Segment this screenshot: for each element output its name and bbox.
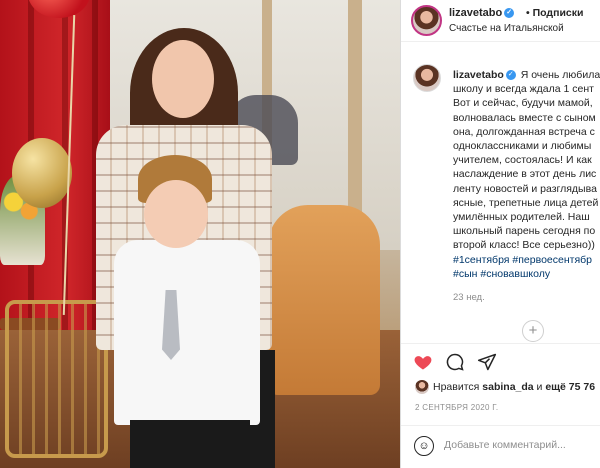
caption-line: школу и всегда ждала 1 сент [453,83,594,96]
liker-username[interactable]: sabina_da [482,381,533,393]
comment-icon[interactable] [445,352,465,372]
photo-chair [5,300,108,458]
load-more-comments-icon[interactable]: + [522,320,544,342]
post-side-panel: lizavetabo ✓ • Подписки Счастье на Италья… [400,0,600,468]
separator-dot: • [526,7,530,19]
photo-boy-shirt [114,240,260,425]
caption-hashtags[interactable]: #1сентября #первоесентябр [453,253,600,267]
photo-boy-face [144,180,208,248]
verified-badge-icon: ✓ [505,70,516,81]
verified-badge-icon: ✓ [504,8,515,19]
caption-line: второй класс! Все серьезно)) [453,239,595,252]
liker-avatar[interactable] [415,380,429,394]
photo-mother-face [152,40,214,118]
post-frame: lizavetabo ✓ • Подписки Счастье на Италья… [0,0,600,468]
following-button[interactable]: • Подписки [526,7,583,19]
caption-line: Вот и сейчас, будучи мамой, [453,97,593,110]
caption-line: ясные, трепетные лица детей [453,196,599,209]
author-username[interactable]: lizavetabo ✓ [449,7,516,19]
photo-gold-balloon [12,138,72,208]
caption-line: учителем, состоялась! И как [453,154,592,167]
share-icon[interactable] [477,352,497,372]
caption-line: волновалась вместе с сыном [453,111,596,124]
caption-line: ленту новостей и разглядыва [453,182,597,195]
comment-input[interactable]: Добавьте комментарий... [444,439,566,451]
post-location[interactable]: Счастье на Итальянской [449,23,564,34]
photo-sofa [268,205,380,395]
photo-boy-pants [130,420,250,468]
caption-line: школьный парень сегодня по [453,225,596,238]
caption-avatar[interactable] [413,64,441,92]
post-header: lizavetabo ✓ • Подписки Счастье на Италья… [401,0,600,42]
heart-icon[interactable] [413,352,433,372]
post-photo[interactable] [0,0,400,468]
post-date: 2 СЕНТЯБРЯ 2020 Г. [415,403,499,412]
likes-summary[interactable]: Нравится sabina_da и ещё 75 76 [433,381,595,393]
caption-line: она, долгожданная встреча с [453,125,595,138]
emoji-icon[interactable]: ☺ [414,436,434,456]
caption-line: умилённых родителей. Наш [453,211,590,224]
likes-count[interactable]: ещё 75 76 [545,381,595,393]
caption-hashtags[interactable]: #сын #сновавшколу [453,267,600,281]
following-label: Подписки [532,7,584,19]
actions-divider [401,343,600,344]
caption-line: одноклассниками и любимы [453,140,592,153]
caption-username[interactable]: lizavetabo [453,69,504,81]
caption-line-1: lizavetabo ✓ Я очень любила [453,69,600,81]
comment-bar: ☺ Добавьте комментарий... [401,425,600,468]
author-avatar[interactable] [411,5,442,36]
caption-time-ago: 23 нед. [453,292,485,303]
post-caption: lizavetabo ✓ Я очень любила школу и всегд… [453,68,600,281]
caption-line: наслаждение в этот день лис [453,168,597,181]
